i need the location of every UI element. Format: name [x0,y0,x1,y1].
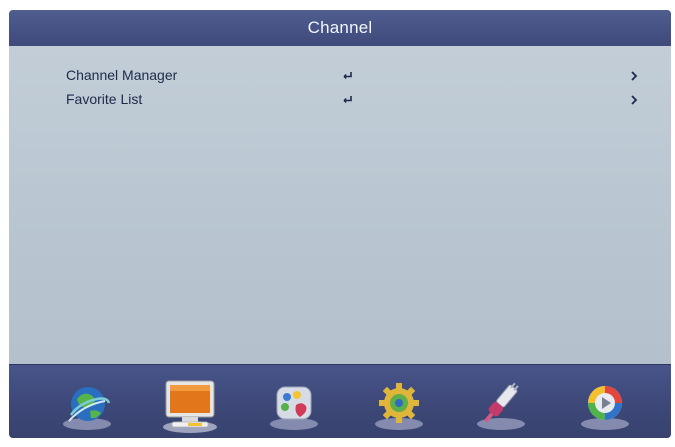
menu-item-label: Favorite List [66,91,143,107]
dock-item-usb[interactable] [471,375,531,435]
tv-channel-icon [165,380,215,428]
media-play-icon [581,386,629,430]
menu-item-label: Channel Manager [66,67,178,83]
chevron-right-icon [631,71,638,81]
menu-item-favorite-list[interactable]: Favorite List [9,89,671,111]
settings-gear-icon [375,383,423,430]
menu-item-channel-manager[interactable]: Channel Manager [9,65,671,87]
page-title: Channel [307,18,373,37]
picture-palette-icon [270,386,318,430]
category-dock [9,365,671,438]
channel-menu-content: Channel Manager Favorite List [9,46,671,364]
bottom-dock-bar [9,364,671,438]
dock-item-picture[interactable] [264,375,324,435]
dock-item-source[interactable] [57,375,117,435]
dock-item-settings[interactable] [369,375,429,435]
menu-window: Channel Channel Manager Favorite List [9,10,671,438]
title-bar: Channel [9,10,671,46]
globe-signal-icon [63,387,111,430]
tv-menu-screen: Channel Channel Manager Favorite List [0,0,675,447]
dock-item-channel[interactable] [160,375,220,435]
chevron-right-icon [631,95,638,105]
enter-icon [343,96,352,104]
enter-icon [343,72,352,80]
dock-item-media[interactable] [575,375,635,435]
usb-plug-icon [477,382,525,430]
